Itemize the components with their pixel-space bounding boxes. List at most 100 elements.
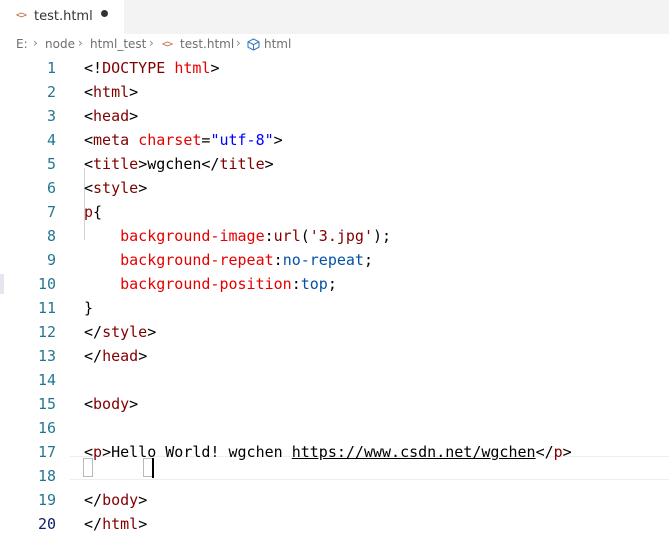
code-token: head [93,107,130,125]
code-token: </ [535,443,554,461]
line-number: 14 [37,371,56,389]
line-number: 7 [46,203,56,221]
code-line[interactable]: background-position:top; [84,272,337,296]
code-line[interactable]: <p>Hello World! wgchen https://www.csdn.… [84,440,572,464]
code-token: html [174,59,211,77]
code-token: <! [84,59,103,77]
line-number: 2 [46,83,56,101]
line-number: 20 [37,515,56,533]
code-token: > [138,347,148,365]
chevron-right-icon: › [149,36,154,50]
code-line[interactable]: <title>wgchen</title> [84,152,274,176]
breadcrumb-folder-node[interactable]: node [45,37,75,51]
line-number: 12 [37,323,56,341]
code-token: </ [84,515,103,533]
code-token: < [84,107,94,125]
code-token: < [84,395,94,413]
breadcrumb-folder-html-test[interactable]: html_test [90,37,146,51]
code-line[interactable]: </html> [84,512,147,536]
code-brackets-icon: <> [162,39,173,50]
line-number: 18 [37,467,56,485]
line-number: 17 [37,443,56,461]
code-line[interactable]: </body> [84,488,147,512]
code-token: >wgchen</ [138,155,220,173]
unsaved-dot-icon[interactable] [101,10,108,17]
code-token: body [102,491,139,509]
code-token: '3.jpg' [309,227,373,245]
code-token: top [300,275,328,293]
code-token: meta [93,131,130,149]
code-token: ; [327,275,337,293]
code-token: > [273,131,283,149]
code-line[interactable]: </head> [84,344,147,368]
code-token: > [138,179,148,197]
code-token: background-position [120,275,292,293]
breadcrumb: E: › node › html_test › <> test.html › h… [0,34,669,56]
line-number: 4 [46,131,56,149]
code-token: p [93,443,103,461]
cube-icon [247,38,260,54]
code-line[interactable]: } [84,296,93,320]
code-token: ); [373,227,392,245]
code-token: ; [363,251,373,269]
code-token: > [264,155,274,173]
code-token: > [138,515,148,533]
code-line[interactable]: background-image:url('3.jpg'); [84,224,391,248]
code-token: "utf-8" [210,131,274,149]
code-token: head [102,347,139,365]
code-line[interactable]: <meta charset="utf-8"> [84,128,283,152]
code-line[interactable]: p{ [84,200,102,224]
code-brackets-icon: <> [16,10,27,21]
breadcrumb-drive[interactable]: E: [16,37,28,51]
line-number: 11 [37,299,56,317]
line-number: 19 [37,491,56,509]
breadcrumb-file[interactable]: test.html [180,37,234,51]
code-token: DOCTYPE [102,59,166,77]
line-number: 6 [46,179,56,197]
code-token: p [553,443,563,461]
code-line[interactable]: <!DOCTYPE html> [84,56,219,80]
code-token: : [291,275,301,293]
code-token: title [219,155,265,173]
code-token: p [84,203,94,221]
code-token: } [84,299,94,317]
code-token: : [273,251,283,269]
text-cursor [152,458,154,478]
breadcrumb-element[interactable]: html [264,37,291,51]
code-token: < [84,179,94,197]
code-line[interactable]: background-repeat:no-repeat; [84,248,373,272]
line-number: 8 [46,227,56,245]
tab-title[interactable]: test.html [34,9,93,24]
code-line[interactable]: <html> [84,80,138,104]
code-line[interactable]: <head> [84,104,138,128]
tab-bar: <> test.html [0,0,669,34]
code-token: title [93,155,139,173]
code-token: < [84,155,94,173]
line-number: 3 [46,107,56,125]
code-token: style [93,179,139,197]
tab-test-html[interactable]: <> test.html [0,0,124,34]
code-token: > [138,491,148,509]
chevron-right-icon: › [78,36,83,50]
code-line[interactable]: <body> [84,392,138,416]
code-line[interactable]: </style> [84,320,156,344]
chevron-right-icon: › [236,36,241,50]
code-link[interactable]: https://www.csdn.net/wgchen [292,443,536,461]
code-token: { [93,203,103,221]
bracket-match-highlight [83,458,93,477]
code-token: < [84,83,94,101]
code-token: ( [300,227,310,245]
code-line[interactable]: <style> [84,176,147,200]
code-token: > [147,323,157,341]
code-token: </ [84,491,103,509]
code-token: : [264,227,274,245]
line-number: 16 [37,419,56,437]
line-number: 9 [46,251,56,269]
code-token: url [273,227,301,245]
line-number: 1 [46,59,56,77]
code-token: > [562,443,572,461]
